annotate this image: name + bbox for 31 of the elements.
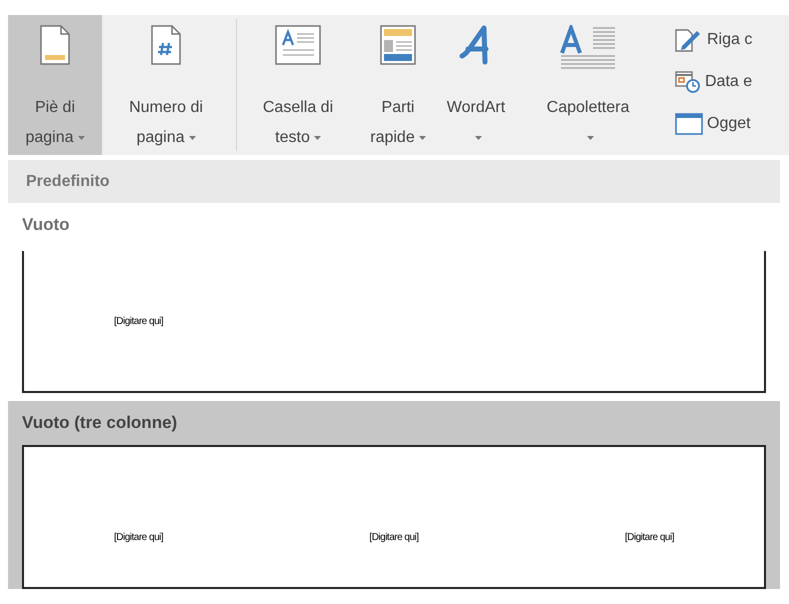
- ribbon-button[interactable]: Numero di pagina: [102, 15, 230, 155]
- page-number-icon: [151, 25, 181, 65]
- section-header: Predefinito: [8, 160, 780, 203]
- calendar-clock-icon: [675, 70, 701, 94]
- gallery-item[interactable]: Vuoto (tre colonne) [Digitare qui] [Digitare qui] [Digitare qui]: [8, 401, 780, 589]
- caret-icon: [314, 136, 321, 140]
- ribbon-button[interactable]: WordArt: [443, 15, 509, 155]
- caret-icon: [586, 136, 594, 140]
- text-box-icon: [275, 25, 321, 65]
- small-ribbon-button[interactable]: Ogget: [675, 105, 752, 143]
- ribbon-button[interactable]: Casella di testo: [243, 15, 353, 155]
- window-icon: [675, 112, 703, 136]
- item-title: Vuoto (tre colonne): [22, 412, 178, 434]
- caret-icon: [78, 136, 85, 140]
- ribbon-button[interactable]: Piè di pagina: [8, 15, 102, 155]
- pen-page-icon: [675, 28, 703, 52]
- caret-icon: [474, 136, 482, 140]
- caret-icon: [188, 136, 196, 140]
- page-icon: [40, 25, 70, 65]
- placeholder-text: [Digitare qui]: [114, 530, 164, 544]
- placeholder-text: [Digitare qui]: [624, 530, 674, 544]
- placeholder-text: [Digitare qui]: [369, 530, 419, 544]
- ribbon-button[interactable]: Parti rapide: [353, 15, 443, 155]
- quick-parts-icon: [380, 25, 416, 65]
- item-title: Vuoto: [22, 214, 71, 236]
- small-ribbon-button[interactable]: Riga c: [675, 21, 752, 59]
- caret-icon: [418, 136, 426, 140]
- small-ribbon-button[interactable]: Data e: [675, 63, 752, 101]
- drop-cap-icon: [559, 25, 617, 71]
- placeholder-text: [Digitare qui]: [114, 314, 164, 328]
- ribbon-button[interactable]: Capolettera: [509, 15, 667, 155]
